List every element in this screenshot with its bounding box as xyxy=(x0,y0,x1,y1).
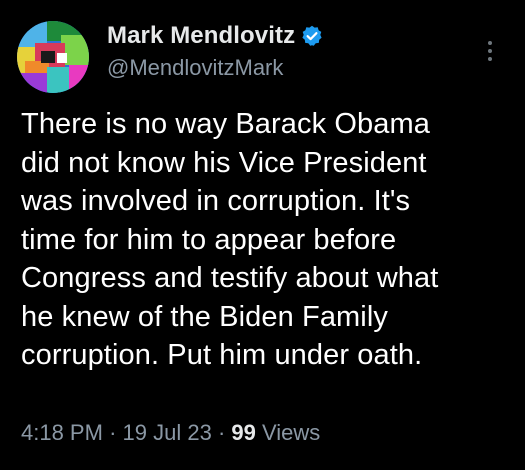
display-name[interactable]: Mark Mendlovitz xyxy=(107,22,295,50)
avatar[interactable] xyxy=(17,21,89,93)
tweet-card: Mark Mendlovitz @MendlovitzMark There is… xyxy=(0,0,525,470)
tweet-date[interactable]: 19 Jul 23 xyxy=(123,420,212,445)
tweet-text: There is no way Barack Obama did not kno… xyxy=(21,108,439,371)
author-name-row: Mark Mendlovitz xyxy=(107,22,323,50)
tweet-time[interactable]: 4:18 PM xyxy=(21,420,103,445)
tweet-meta: 4:18 PM · 19 Jul 23 · 99 Views xyxy=(21,420,320,446)
meta-separator: · xyxy=(217,420,226,445)
views-label: Views xyxy=(262,420,321,445)
more-options-icon[interactable] xyxy=(480,34,500,68)
views-count[interactable]: 99 xyxy=(231,420,255,445)
avatar-image xyxy=(17,21,89,93)
handle[interactable]: @MendlovitzMark xyxy=(107,55,283,81)
verified-badge-icon[interactable] xyxy=(301,25,323,47)
meta-separator: · xyxy=(109,420,117,445)
